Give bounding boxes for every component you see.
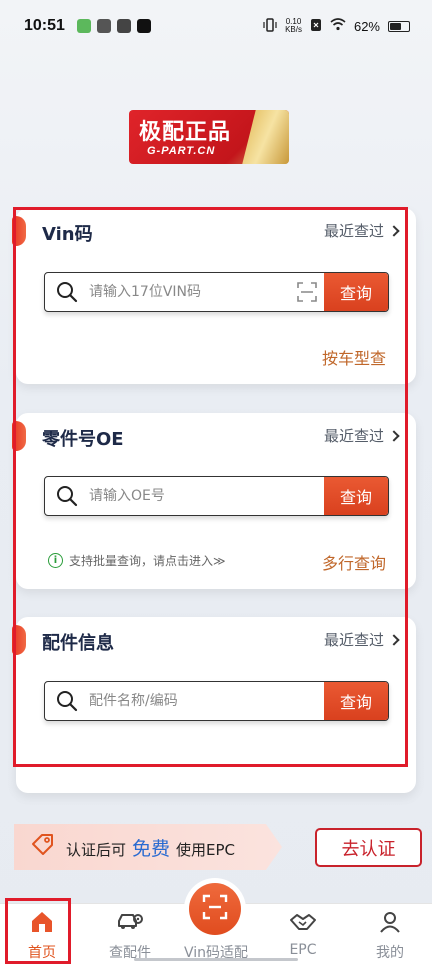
sim-icon: [310, 18, 322, 35]
oe-search-box: 查询: [44, 476, 389, 516]
parts-search-box: 查询: [44, 681, 389, 721]
parts-card: 配件信息 最近查过 查询: [12, 617, 416, 793]
card-accent: [12, 216, 26, 246]
chevron-right-icon: [388, 633, 400, 646]
cert-suffix: 使用EPC: [176, 840, 236, 859]
cert-free: 免费: [132, 837, 171, 860]
search-icon: [45, 682, 89, 720]
vibrate-icon: [263, 17, 277, 35]
card-accent: [12, 625, 26, 655]
logo-text-cn: 极配正品: [139, 120, 232, 145]
oe-search-input[interactable]: [89, 478, 324, 514]
scan-icon: [201, 893, 229, 925]
status-app-icons: [76, 19, 151, 33]
parts-card-title: 配件信息: [42, 633, 114, 654]
gesture-bar: [134, 958, 298, 961]
nav-mine[interactable]: 我的: [350, 910, 430, 962]
search-by-model-link[interactable]: 按车型查: [322, 345, 386, 369]
parts-search-input[interactable]: [89, 683, 324, 719]
certification-banner: 认证后可 免费 使用EPC: [14, 824, 282, 870]
cert-prefix: 认证后可: [66, 840, 127, 859]
batch-hint-text: 支持批量查询，请点击进入≫: [69, 554, 226, 568]
battery-icon: [388, 20, 410, 32]
user-icon: [378, 910, 402, 938]
network-speed: 0.10 KB/s: [285, 18, 302, 34]
card-accent: [12, 421, 26, 451]
vin-card: Vin码 最近查过 查询 按车型查: [12, 208, 416, 384]
vin-query-button[interactable]: 查询: [324, 273, 388, 311]
oe-card: 零件号OE 最近查过 查询 i 支持批量查询，请点击进入≫ 多行查询: [12, 413, 416, 589]
vin-scan-button[interactable]: [189, 883, 241, 935]
nav-home-label: 首页: [28, 945, 56, 961]
recent-label: 最近查过: [323, 427, 384, 445]
brand-logo: 极配正品 G-PART.CN: [129, 110, 289, 164]
scan-icon[interactable]: [290, 273, 324, 311]
wifi-icon: [330, 18, 346, 34]
vin-card-title: Vin码: [42, 224, 93, 245]
oe-recent-link[interactable]: 最近查过: [323, 425, 400, 446]
app-notification-icon: [96, 19, 111, 33]
recent-label: 最近查过: [323, 222, 384, 240]
nav-mine-label: 我的: [376, 945, 404, 961]
oe-query-button[interactable]: 查询: [324, 477, 388, 515]
cert-text: 认证后可 免费 使用EPC: [66, 834, 235, 861]
tiktok-icon: [136, 19, 151, 33]
oe-card-title: 零件号OE: [42, 429, 124, 450]
recent-label: 最近查过: [323, 631, 384, 649]
batch-query-hint[interactable]: i 支持批量查询，请点击进入≫: [48, 552, 226, 569]
vin-search-input[interactable]: [89, 274, 290, 310]
info-icon: i: [48, 553, 63, 568]
app-notification-icon: [76, 19, 91, 33]
nav-epc-label: EPC: [289, 942, 317, 958]
status-indicators: 0.10 KB/s 62%: [263, 18, 410, 35]
status-time: 10:51: [24, 17, 65, 34]
search-icon: [45, 477, 89, 515]
battery-percent: 62%: [353, 18, 380, 34]
nav-epc[interactable]: EPC: [263, 910, 343, 958]
search-icon: [45, 273, 89, 311]
parts-recent-link[interactable]: 最近查过: [323, 629, 400, 650]
nav-home[interactable]: 首页: [2, 910, 82, 962]
nav-parts[interactable]: 查配件: [90, 910, 170, 962]
home-icon: [29, 910, 55, 938]
app-notification-icon: [116, 19, 131, 33]
handshake-icon: [289, 910, 317, 938]
vin-recent-link[interactable]: 最近查过: [323, 220, 400, 241]
multi-line-query-link[interactable]: 多行查询: [322, 550, 386, 574]
chevron-right-icon: [388, 224, 400, 237]
net-speed-unit: KB/s: [285, 25, 302, 34]
logo-shine: [242, 110, 289, 164]
vin-search-box: 查询: [44, 272, 389, 312]
logo-text-en: G-PART.CN: [147, 145, 216, 157]
status-bar: 10:51 0.10 KB/s 62%: [0, 0, 432, 52]
tag-icon: [30, 832, 56, 862]
car-gear-icon: [116, 910, 144, 938]
chevron-right-icon: [388, 429, 400, 442]
parts-query-button[interactable]: 查询: [324, 682, 388, 720]
go-certify-button[interactable]: 去认证: [315, 828, 422, 867]
